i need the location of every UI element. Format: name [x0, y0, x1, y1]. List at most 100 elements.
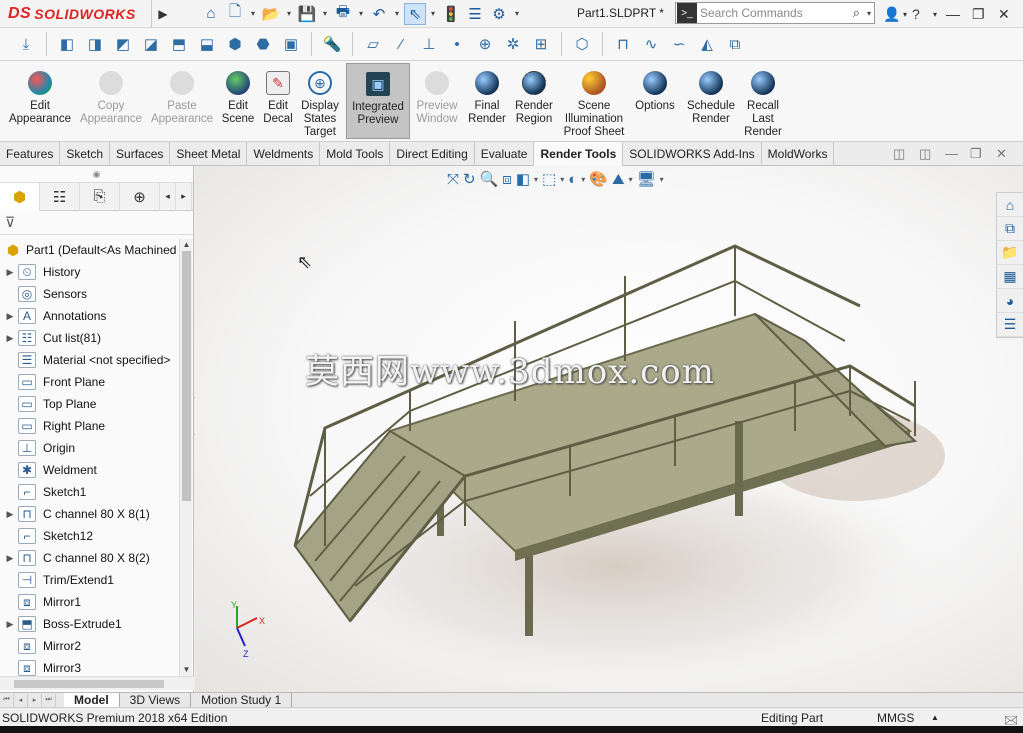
expand-arrow-icon[interactable]: ▶ — [2, 267, 18, 278]
copy-appearance-button[interactable]: Copy Appearance — [78, 63, 144, 139]
tab-surfaces[interactable]: Surfaces — [110, 142, 171, 166]
doc-minimize-icon[interactable]: — — [945, 146, 958, 161]
solidworks-resources-icon[interactable]: ⌂ — [997, 193, 1023, 217]
bounding-box-icon[interactable]: ⊞ — [529, 32, 553, 56]
gusset-icon[interactable]: ◭ — [695, 32, 719, 56]
tree-vertical-scrollbar[interactable]: ▲ ▼ — [179, 239, 192, 677]
appearances-scenes-icon[interactable]: ◕ — [997, 289, 1023, 313]
tree-item[interactable]: ⧈ Mirror1 — [0, 591, 180, 613]
new-dropdown-icon[interactable]: ▾ — [248, 9, 258, 18]
isometric-view-icon[interactable]: ⬢ — [223, 32, 247, 56]
menu-expand-arrow-icon[interactable]: ▶ — [152, 0, 174, 28]
tree-item[interactable]: ⌐ Sketch12 — [0, 525, 180, 547]
tree-item[interactable]: ▭ Right Plane — [0, 415, 180, 437]
property-manager-tab-icon[interactable]: ☷ — [40, 182, 80, 211]
preview-window-button[interactable]: Preview Window — [413, 63, 461, 139]
file-properties-icon[interactable]: ☰ — [464, 3, 486, 25]
structure-system-icon[interactable]: ⬡ — [570, 32, 594, 56]
recall-last-render-button[interactable]: Recall Last Render — [742, 63, 784, 139]
edit-appearance-hud-icon[interactable]: 🎨 — [589, 170, 608, 188]
print-icon[interactable]: 🖶 — [332, 3, 354, 25]
scroll-up-icon[interactable]: ▲ — [180, 240, 193, 249]
edit-decal-button[interactable]: ✎ Edit Decal — [260, 63, 296, 139]
orientation-dropdown-icon[interactable]: ▾ — [560, 175, 564, 184]
prev-tab-icon[interactable]: ◂ — [14, 693, 28, 707]
section-dropdown-icon[interactable]: ▾ — [534, 175, 538, 184]
sketch-3d-icon[interactable]: ∿ — [639, 32, 663, 56]
help-icon[interactable]: ? — [912, 0, 920, 28]
section-view-icon[interactable]: ◧ — [516, 170, 530, 188]
view-palette-icon[interactable]: ▦ — [997, 265, 1023, 289]
integrated-preview-button[interactable]: ▣ Integrated Preview — [346, 63, 410, 139]
user-dropdown-icon[interactable]: ▾ — [903, 0, 907, 28]
tree-item[interactable]: ▶ A Annotations — [0, 305, 180, 327]
restore-window-icon[interactable]: ❐ — [972, 0, 994, 28]
scroll-thumb[interactable] — [182, 251, 191, 501]
file-explorer-icon[interactable]: 📁 — [997, 241, 1023, 265]
flashlight-icon[interactable]: 🔦 — [320, 32, 344, 56]
expand-arrow-icon[interactable]: ▶ — [2, 553, 18, 564]
tree-item[interactable]: ▶ ☷ Cut list(81) — [0, 327, 180, 349]
tree-root-part1[interactable]: ⬢ Part1 (Default<As Machined — [0, 239, 180, 261]
tab-render-tools[interactable]: Render Tools — [534, 142, 624, 166]
search-dropdown-icon[interactable]: ▾ — [864, 9, 874, 18]
tree-item[interactable]: ⊥ Origin — [0, 437, 180, 459]
expand-arrow-icon[interactable]: ▶ — [2, 333, 18, 344]
tree-item[interactable]: ✱ Weldment — [0, 459, 180, 481]
scene-illumination-proof-sheet-button[interactable]: Scene Illumination Proof Sheet — [560, 63, 628, 139]
options-button[interactable]: Options — [632, 63, 678, 139]
display-style-icon[interactable]: ◐ — [568, 171, 577, 188]
tree-horizontal-scrollbar[interactable] — [0, 676, 194, 690]
tab-direct-editing[interactable]: Direct Editing — [390, 142, 475, 166]
previous-view-icon[interactable]: ⧈ — [502, 171, 512, 188]
filter-icon[interactable]: ⊽ — [0, 211, 193, 235]
tab-sketch[interactable]: Sketch — [60, 142, 111, 166]
options-gear-icon[interactable]: ⚙ — [488, 3, 510, 25]
back-view-icon[interactable]: ◨ — [83, 32, 107, 56]
next-tab-icon[interactable]: ▸ — [28, 693, 42, 707]
units-selector[interactable]: MMGS — [877, 711, 914, 725]
tree-item[interactable]: ▶ ⏲ History — [0, 261, 180, 283]
print-dropdown-icon[interactable]: ▾ — [356, 9, 366, 18]
edit-appearance-button[interactable]: Edit Appearance — [6, 63, 74, 139]
coordinate-system-icon[interactable]: ⊥ — [417, 32, 441, 56]
tab-sheet-metal[interactable]: Sheet Metal — [170, 142, 248, 166]
search-icon[interactable]: ⌕ — [853, 5, 860, 21]
apply-scene-icon[interactable]: ⛰ — [612, 171, 625, 188]
scroll-down-icon[interactable]: ▼ — [180, 665, 193, 674]
tree-item[interactable]: ▶ ⊓ C channel 80 X 8(2) — [0, 547, 180, 569]
rebuild-traffic-light-icon[interactable]: 🚦 — [440, 3, 462, 25]
zoom-to-area-icon[interactable]: 🔍 — [480, 170, 499, 188]
expand-arrow-icon[interactable]: ▶ — [2, 619, 18, 630]
dock-right-icon[interactable]: ◫ — [919, 146, 931, 162]
axis-ref-icon[interactable]: ⁄ — [389, 32, 413, 56]
tree-item[interactable]: ☰ Material <not specified> — [0, 349, 180, 371]
units-up-icon[interactable]: ▲ — [931, 713, 939, 722]
search-input[interactable]: Search Commands — [700, 6, 853, 20]
feature-manager-tab-icon[interactable]: ⬢ — [0, 182, 40, 211]
tab-solidworks-add-ins[interactable]: SOLIDWORKS Add-Ins — [623, 142, 762, 166]
solidworks-logo[interactable]: DS SOLIDWORKS — [0, 0, 152, 28]
edit-scene-button[interactable]: Edit Scene — [219, 63, 257, 139]
mate-reference-icon[interactable]: ✲ — [501, 32, 525, 56]
design-library-icon[interactable]: ⧉ — [997, 217, 1023, 241]
open-folder-icon[interactable]: 📂 — [260, 3, 282, 25]
dimxpert-manager-tab-icon[interactable]: ⊕ — [120, 182, 160, 211]
left-view-icon[interactable]: ◩ — [111, 32, 135, 56]
tree-item[interactable]: ▶ ⊓ C channel 80 X 8(1) — [0, 503, 180, 525]
configuration-manager-tab-icon[interactable]: ⎘ — [80, 182, 120, 211]
tree-item[interactable]: ▭ Top Plane — [0, 393, 180, 415]
close-window-icon[interactable]: ✕ — [998, 0, 1020, 28]
hscroll-thumb[interactable] — [14, 680, 164, 688]
tab-scroll-left-icon[interactable]: ◂ — [160, 182, 176, 211]
dock-left-icon[interactable]: ◫ — [893, 146, 905, 162]
last-tab-icon[interactable]: ⏭ — [42, 693, 56, 707]
tab-features[interactable]: Features — [0, 142, 61, 166]
tab-model[interactable]: Model — [64, 692, 120, 708]
top-view-icon[interactable]: ⬒ — [167, 32, 191, 56]
tab-scroll-right-icon[interactable]: ▸ — [176, 182, 192, 211]
tab-motion-study-1[interactable]: Motion Study 1 — [191, 692, 293, 708]
first-tab-icon[interactable]: ⏮ — [0, 693, 14, 707]
undo-icon[interactable]: ↶ — [368, 3, 390, 25]
expand-arrow-icon[interactable]: ▶ — [2, 509, 18, 520]
